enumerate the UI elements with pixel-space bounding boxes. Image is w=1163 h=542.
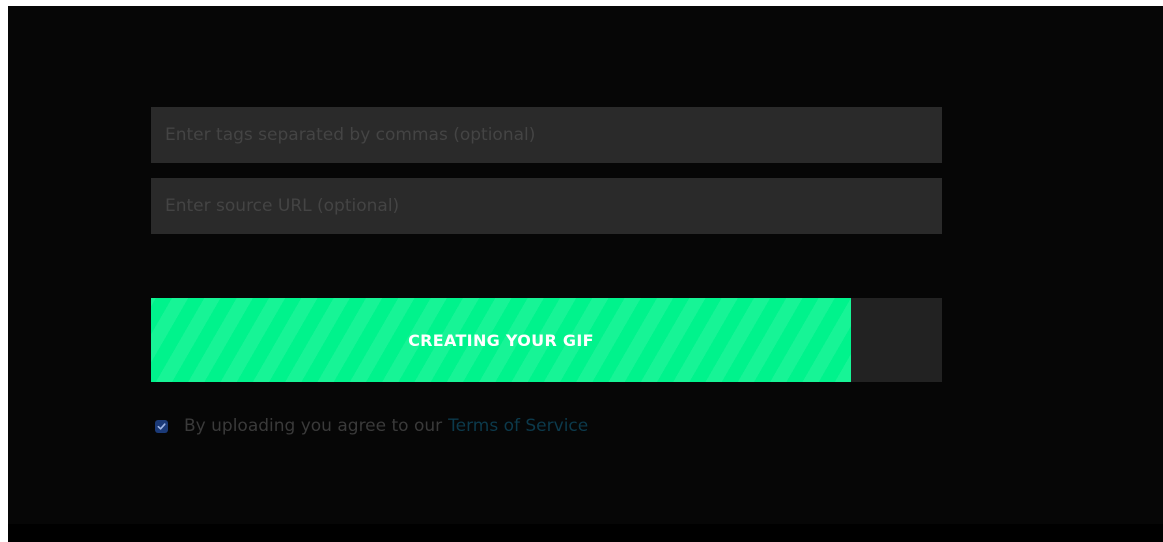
bottom-strip bbox=[8, 524, 1163, 542]
terms-checkbox[interactable] bbox=[155, 419, 168, 433]
tags-input[interactable] bbox=[151, 107, 942, 163]
gif-upload-panel: CREATING YOUR GIF By uploading you agree… bbox=[8, 6, 1163, 542]
checkmark-icon bbox=[157, 422, 166, 430]
source-url-input[interactable] bbox=[151, 178, 942, 234]
terms-text: By uploading you agree to our bbox=[184, 416, 443, 436]
terms-agreement: By uploading you agree to our Terms of S… bbox=[155, 414, 588, 438]
upload-progress-label: CREATING YOUR GIF bbox=[408, 330, 594, 350]
terms-of-service-link[interactable]: Terms of Service bbox=[448, 416, 588, 436]
upload-progress-button[interactable]: CREATING YOUR GIF bbox=[151, 298, 942, 382]
